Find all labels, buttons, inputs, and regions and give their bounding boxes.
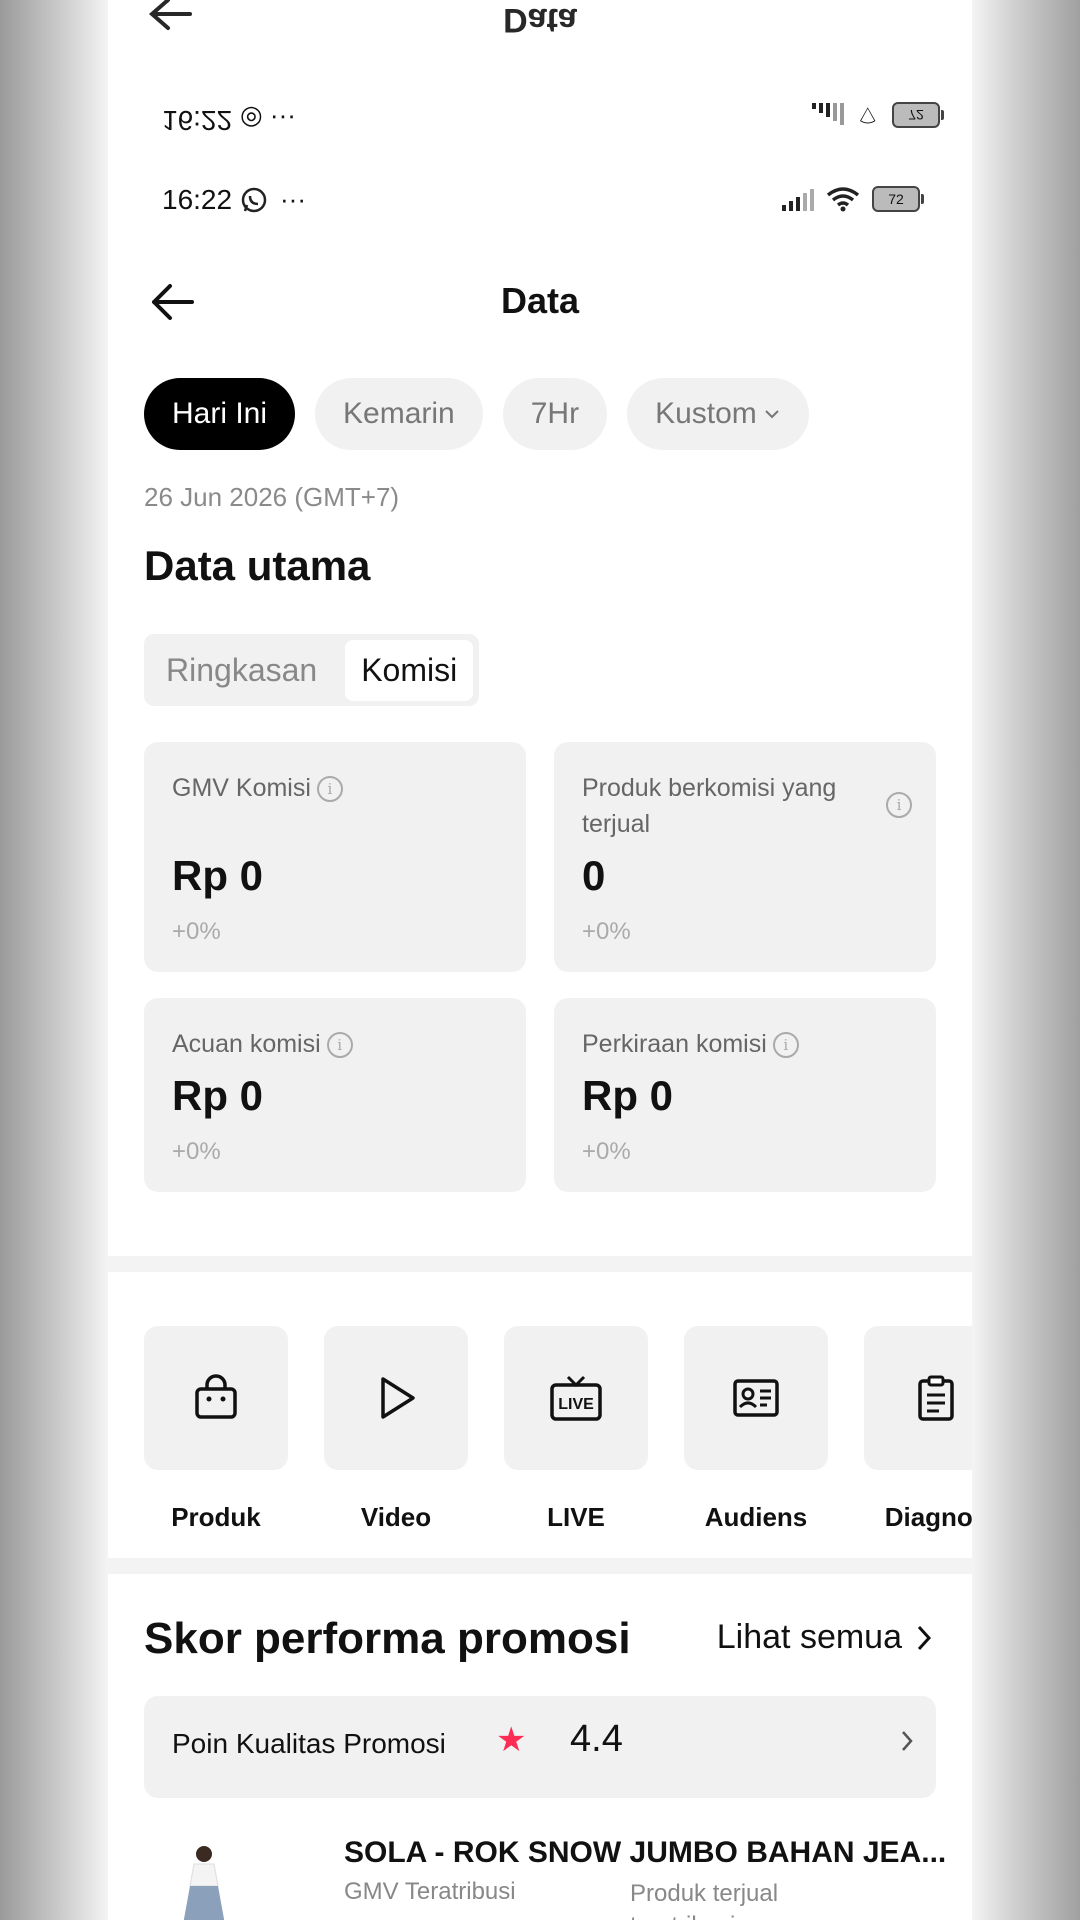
wifi-icon (826, 187, 860, 212)
see-all-link[interactable]: Lihat semua (717, 1618, 932, 1657)
data-tabs: Ringkasan Komisi (144, 634, 480, 706)
product-list-item[interactable]: SOLA - ROK SNOW JUMBO BAHAN JEA... GMV T… (144, 1830, 946, 1920)
filter-chip-yesterday[interactable]: Kemarin (315, 378, 483, 450)
section-title-main-data: Data utama (144, 542, 371, 589)
metric-card-commission-products-sold[interactable]: Produk berkomisi yang terjual i 0 +0% (554, 742, 936, 972)
id-card-icon (733, 1379, 779, 1417)
tool-diagnosis[interactable]: Diagnos (864, 1326, 972, 1533)
ghost-status-bar: 16:22 ◎ ··· ⌔ 72 (160, 98, 940, 138)
play-icon (381, 1377, 415, 1419)
whatsapp-icon (241, 187, 267, 212)
metric-card-gmv-commission[interactable]: GMV Komisi i Rp 0 +0% (144, 742, 526, 972)
tab-commission[interactable]: Komisi (345, 639, 474, 701)
clipboard-icon (918, 1375, 954, 1421)
more-notifications-icon: ··· (280, 184, 306, 214)
signal-icon (782, 187, 814, 211)
tool-audience[interactable]: Audiens (684, 1326, 828, 1533)
info-icon[interactable]: i (316, 776, 343, 803)
star-icon: ★ (496, 1721, 527, 1759)
page-title: Data (500, 280, 580, 321)
shopping-bag-icon (195, 1374, 237, 1419)
section-divider (108, 1558, 972, 1574)
analytics-tools-row: Produk Video LIVE LIVE Audiens Diagno (144, 1326, 972, 1533)
chevron-down-icon (765, 410, 779, 419)
ghost-header: Data (108, 0, 972, 40)
filter-chip-today[interactable]: Hari Ini (144, 378, 296, 450)
section-divider (108, 1256, 972, 1272)
chevron-right-icon (917, 1625, 932, 1650)
tab-summary[interactable]: Ringkasan (166, 652, 317, 689)
svg-text:LIVE: LIVE (558, 1396, 594, 1413)
tool-live[interactable]: LIVE LIVE (504, 1326, 648, 1533)
product-thumbnail (183, 1846, 225, 1920)
metric-card-estimated-commission[interactable]: Perkiraan komisi i Rp 0 +0% (554, 998, 936, 1192)
live-tv-icon: LIVE (550, 1375, 602, 1421)
date-range-text: 26 Jun 2026 (GMT+7) (144, 482, 400, 512)
product-meta-sold: Produk terjual teratribusi (630, 1880, 779, 1920)
date-filter-chips: Hari Ini Kemarin 7Hr Kustom (144, 378, 809, 450)
tool-product[interactable]: Produk (144, 1326, 288, 1533)
status-bar: 16:22 ··· 72 (108, 178, 972, 224)
filter-chip-custom[interactable]: Kustom (627, 378, 809, 450)
status-time: 16:22 (162, 184, 233, 215)
quality-score: 4.4 (570, 1718, 623, 1760)
product-meta-gmv: GMV Teratribusi (344, 1878, 516, 1905)
app-bar: Data (108, 268, 972, 338)
battery-icon: 72 (872, 186, 924, 212)
chevron-right-icon (902, 1731, 913, 1751)
product-name: SOLA - ROK SNOW JUMBO BAHAN JEA... (344, 1836, 947, 1869)
section-title-promo-score: Skor performa promosi (144, 1614, 631, 1663)
promo-quality-row[interactable]: Poin Kualitas Promosi ★ 4.4 (144, 1696, 936, 1798)
metric-card-commission-reference[interactable]: Acuan komisi i Rp 0 +0% (144, 998, 526, 1192)
tool-video[interactable]: Video (324, 1326, 468, 1533)
filter-chip-7days[interactable]: 7Hr (502, 378, 608, 450)
info-icon[interactable]: i (772, 1032, 799, 1059)
info-icon[interactable]: i (886, 792, 912, 818)
ghost-title: Data (503, 1, 577, 39)
info-icon[interactable]: i (326, 1032, 353, 1059)
phone-screen: Data 16:22 ◎ ··· ⌔ 72 16:22 ··· 72 Data … (108, 0, 972, 1920)
